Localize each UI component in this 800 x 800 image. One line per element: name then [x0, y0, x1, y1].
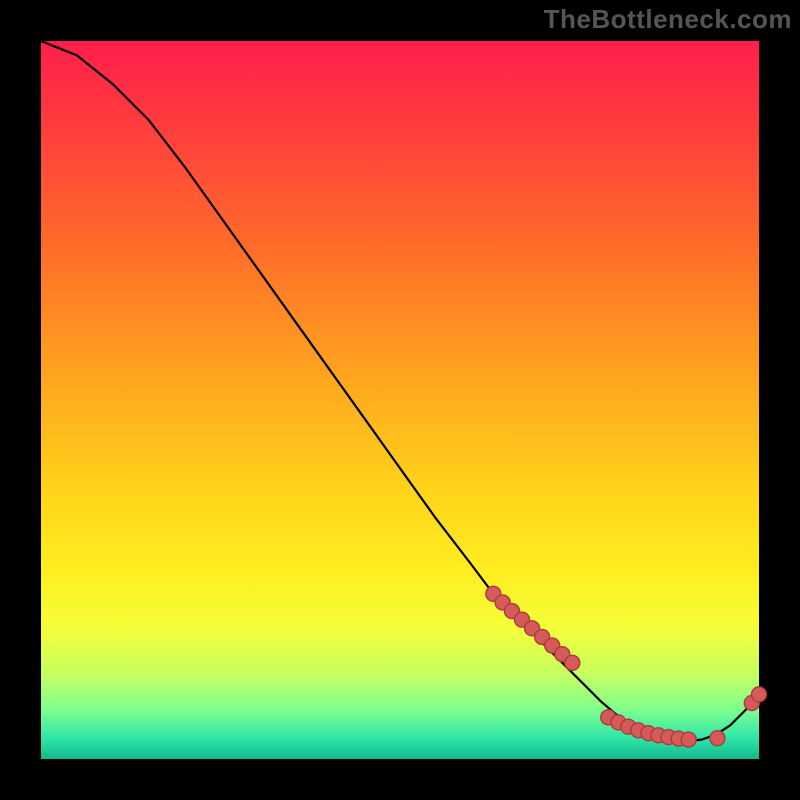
data-point	[710, 731, 725, 746]
data-point	[565, 655, 580, 670]
data-point	[752, 687, 767, 702]
chart-points	[486, 586, 767, 747]
data-point	[681, 732, 696, 747]
plot-area	[41, 41, 759, 759]
chart-svg	[41, 41, 759, 759]
watermark-text: TheBottleneck.com	[544, 4, 792, 35]
chart-line	[41, 41, 759, 741]
chart-stage: TheBottleneck.com	[0, 0, 800, 800]
